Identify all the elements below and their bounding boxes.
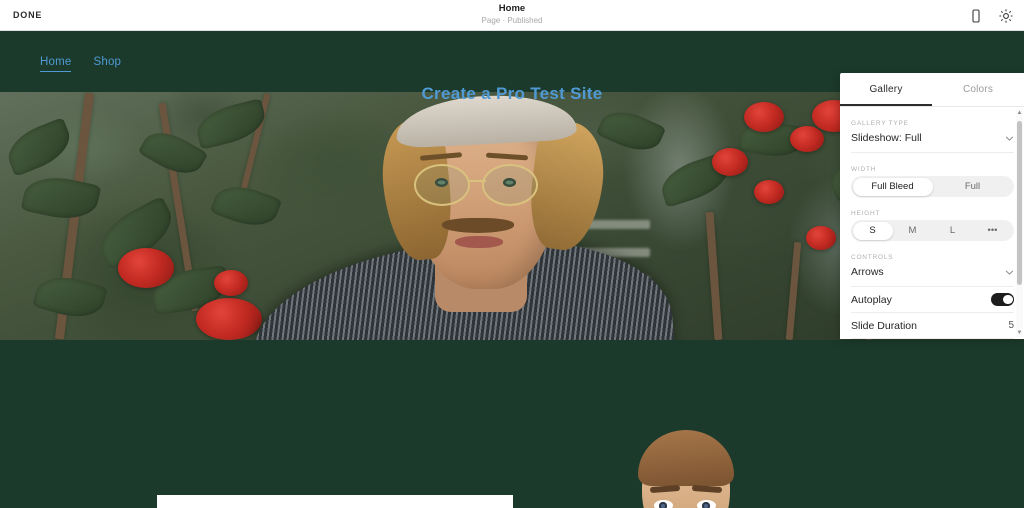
width-label: WIDTH bbox=[851, 166, 877, 173]
mobile-preview-icon[interactable] bbox=[968, 8, 984, 24]
slide-duration-label: Slide Duration bbox=[851, 319, 917, 332]
scrollbar-thumb[interactable] bbox=[1017, 121, 1022, 285]
editor-window: DONE Home Page · Published Home Shop Cre… bbox=[0, 0, 1024, 508]
height-option-s[interactable]: S bbox=[852, 221, 893, 240]
slide-duration-value[interactable]: 5 bbox=[1008, 320, 1014, 331]
top-bar-actions bbox=[968, 0, 1014, 31]
autoplay-label: Autoplay bbox=[851, 293, 892, 306]
gallery-settings-panel: Gallery Colors GALLERY TYPE Slideshow: F… bbox=[840, 73, 1024, 339]
editor-top-bar: DONE Home Page · Published bbox=[0, 0, 1024, 31]
chevron-down-icon bbox=[1005, 136, 1014, 141]
controls-select[interactable]: Arrows bbox=[851, 264, 1014, 287]
height-option-more[interactable]: ••• bbox=[973, 222, 1013, 240]
autoplay-row: Autoplay bbox=[851, 287, 1014, 313]
autoplay-toggle[interactable] bbox=[991, 293, 1014, 306]
height-label: HEIGHT bbox=[851, 210, 881, 217]
site-nav: Home Shop bbox=[40, 56, 121, 72]
gallery-type-select[interactable]: Slideshow: Full bbox=[851, 130, 1014, 153]
width-option-full[interactable]: Full bbox=[933, 178, 1013, 196]
width-segmented-control: Full Bleed Full bbox=[851, 176, 1014, 197]
page-title: Home bbox=[498, 3, 526, 14]
page-status: Page · Published bbox=[481, 16, 543, 25]
slide-duration-row: Slide Duration 5 bbox=[851, 313, 1014, 339]
panel-body: GALLERY TYPE Slideshow: Full WIDTH Full … bbox=[840, 107, 1024, 339]
done-button[interactable]: DONE bbox=[13, 10, 42, 20]
nav-item-shop[interactable]: Shop bbox=[93, 56, 121, 71]
toggle-knob bbox=[1002, 294, 1013, 305]
secondary-portrait bbox=[620, 430, 750, 508]
height-segmented-control: S M L ••• bbox=[851, 220, 1014, 241]
gear-icon[interactable] bbox=[998, 8, 1014, 24]
panel-scrollbar[interactable]: ▲ ▼ bbox=[1016, 109, 1023, 337]
controls-label: CONTROLS bbox=[851, 254, 894, 261]
gallery-type-value: Slideshow: Full bbox=[851, 132, 922, 144]
controls-value: Arrows bbox=[851, 266, 884, 278]
height-option-m[interactable]: M bbox=[893, 222, 933, 240]
panel-tabs: Gallery Colors bbox=[840, 73, 1024, 107]
chevron-down-icon bbox=[1005, 270, 1014, 275]
page-section-below-gallery bbox=[0, 340, 1024, 508]
portrait-subject bbox=[245, 92, 679, 340]
width-option-full-bleed[interactable]: Full Bleed bbox=[852, 177, 933, 196]
content-block bbox=[157, 495, 513, 508]
scroll-down-arrow[interactable]: ▼ bbox=[1016, 329, 1023, 337]
page-info: Home Page · Published bbox=[0, 3, 1024, 26]
nav-item-home[interactable]: Home bbox=[40, 56, 72, 72]
gallery-type-label: GALLERY TYPE bbox=[851, 120, 909, 127]
height-option-l[interactable]: L bbox=[933, 222, 973, 240]
tab-gallery[interactable]: Gallery bbox=[840, 73, 932, 106]
scroll-up-arrow[interactable]: ▲ bbox=[1016, 109, 1023, 117]
tab-colors[interactable]: Colors bbox=[932, 73, 1024, 106]
